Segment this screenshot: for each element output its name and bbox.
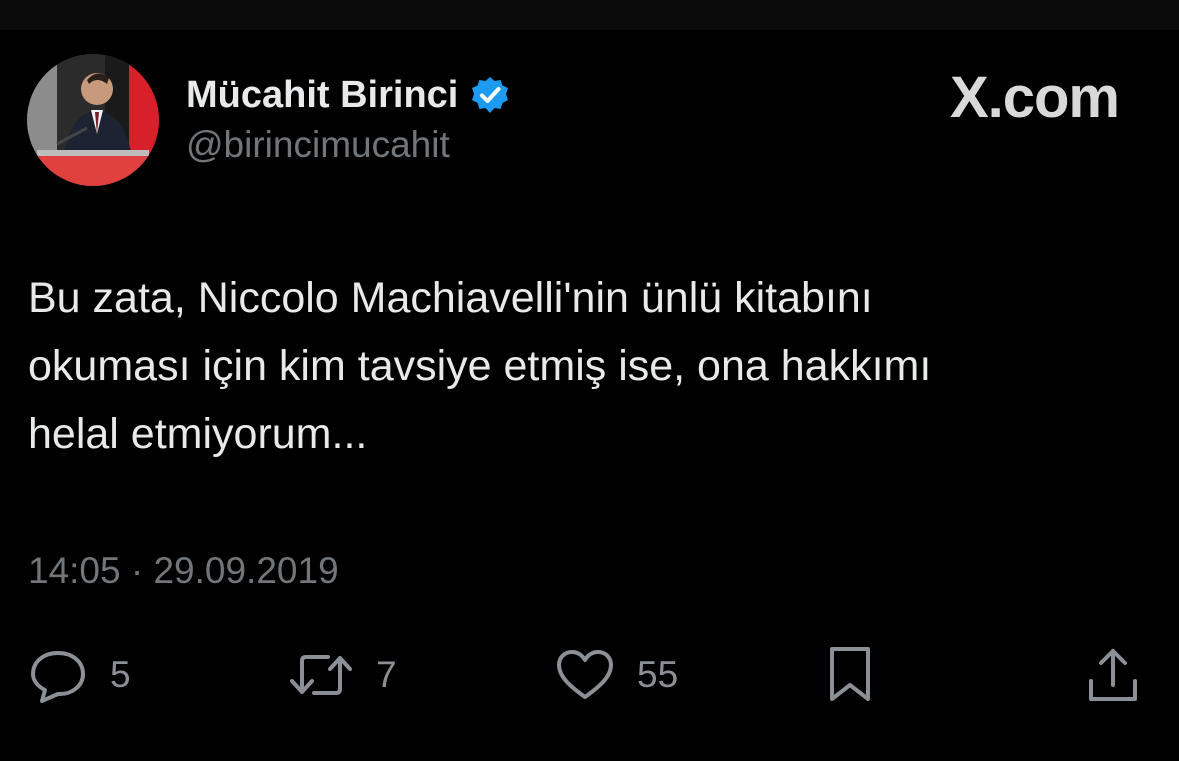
avatar-photo: [27, 54, 159, 186]
author-handle[interactable]: @birincimucahit: [186, 124, 450, 166]
like-button[interactable]: 55: [555, 640, 678, 710]
like-icon: [557, 650, 613, 699]
post-timestamp[interactable]: 14:05 · 29.09.2019: [28, 550, 339, 592]
bookmark-button[interactable]: [826, 640, 874, 710]
repost-icon: [290, 655, 352, 695]
post-text: Bu zata, Niccolo Machiavelli'nin ünlü ki…: [28, 264, 1138, 468]
avatar[interactable]: [27, 54, 159, 186]
repost-count: 7: [376, 654, 397, 695]
reply-count: 5: [110, 654, 131, 695]
verified-badge-icon: [470, 75, 510, 115]
author-display-name[interactable]: Mücahit Birinci: [186, 74, 458, 117]
repost-button[interactable]: 7: [288, 640, 397, 710]
top-status-strip: [0, 0, 1179, 30]
like-count: 55: [637, 654, 679, 695]
bookmark-icon: [830, 647, 870, 701]
post-text-line: okuması için kim tavsiye etmiş ise, ona …: [28, 342, 932, 390]
post-text-line: helal etmiyorum...: [28, 410, 368, 458]
author-name-row: Mücahit Birinci: [186, 70, 510, 120]
share-button[interactable]: [1085, 640, 1141, 710]
reply-icon: [31, 651, 85, 703]
reply-button[interactable]: 5: [28, 640, 131, 710]
post-text-line: Bu zata, Niccolo Machiavelli'nin ünlü ki…: [28, 274, 873, 322]
share-icon: [1089, 649, 1137, 701]
action-bar: 5 7 55: [0, 640, 1179, 710]
brand-logo: X.com: [949, 65, 1120, 130]
